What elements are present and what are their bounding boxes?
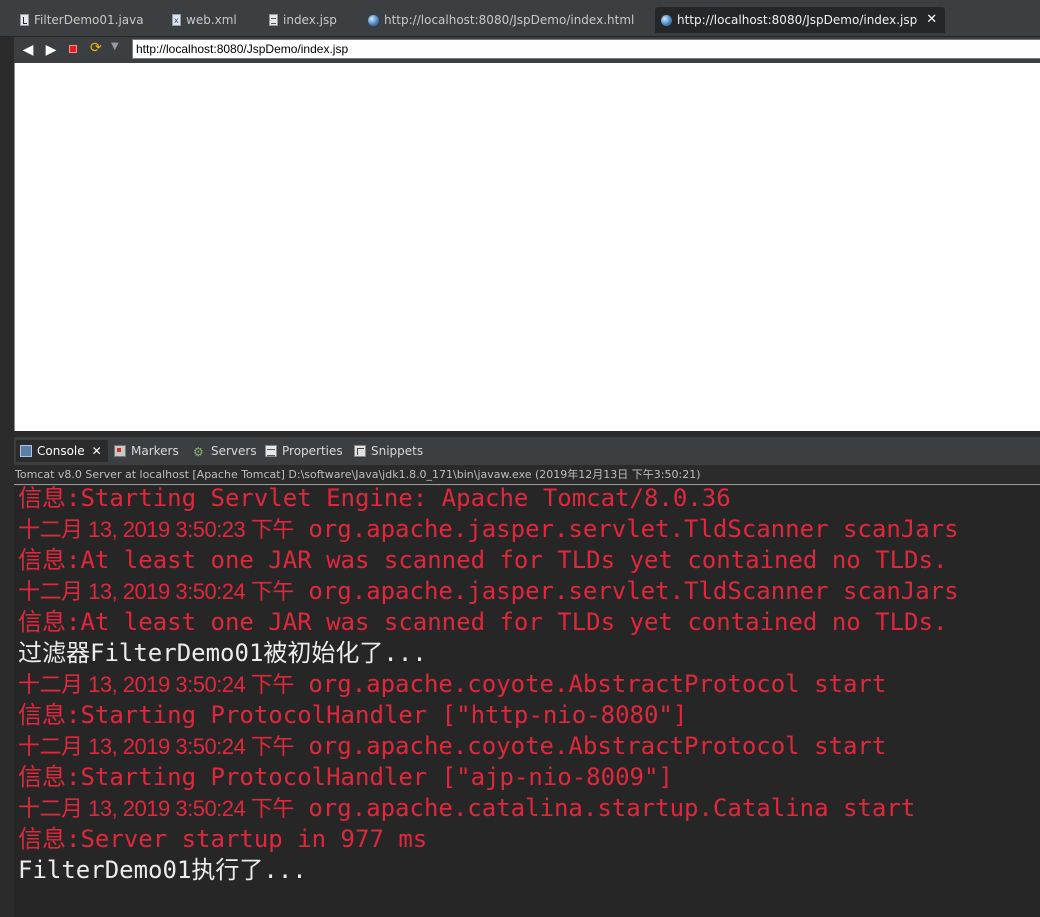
view-tab-label: Servers bbox=[211, 444, 257, 458]
log-level: 信息: bbox=[18, 825, 81, 853]
tab-filterdemo01-java[interactable]: FilterDemo01.java bbox=[20, 9, 144, 31]
log-level: 信息: bbox=[18, 486, 81, 512]
console-line: 十二月 13, 2019 3:50:24 下午 org.apache.catal… bbox=[18, 793, 915, 824]
tab-snippets[interactable]: Snippets bbox=[354, 440, 423, 462]
tab-index-html-browser[interactable]: http://localhost:8080/JspDemo/index.html bbox=[368, 9, 634, 31]
log-message: org.apache.jasper.servlet.TldScanner sca… bbox=[308, 515, 959, 543]
log-message: Starting ProtocolHandler ["http-nio-8080… bbox=[80, 701, 688, 729]
log-timestamp: 十二月 13, 2019 3:50:24 下午 bbox=[18, 734, 294, 759]
view-tab-label: Console bbox=[37, 444, 85, 458]
console-line: FilterDemo01执行了... bbox=[18, 855, 307, 886]
log-message: Starting ProtocolHandler ["ajp-nio-8009"… bbox=[80, 763, 673, 791]
console-line: 信息:At least one JAR was scanned for TLDs… bbox=[18, 607, 947, 638]
console-line: 过滤器FilterDemo01被初始化了... bbox=[18, 638, 427, 669]
log-message: At least one JAR was scanned for TLDs ye… bbox=[80, 608, 948, 636]
tab-label: FilterDemo01.java bbox=[34, 13, 144, 27]
log-timestamp: 十二月 13, 2019 3:50:24 下午 bbox=[18, 579, 294, 604]
tab-properties[interactable]: Properties bbox=[265, 440, 343, 462]
tab-console[interactable]: Console ✕ bbox=[16, 440, 108, 462]
log-timestamp: 十二月 13, 2019 3:50:23 下午 bbox=[18, 517, 294, 542]
refresh-icon[interactable]: ⟳ bbox=[90, 40, 102, 56]
snippets-icon bbox=[354, 445, 366, 457]
log-message: org.apache.coyote.AbstractProtocol start bbox=[308, 670, 887, 698]
console-icon bbox=[20, 445, 32, 457]
console-process-label: Tomcat v8.0 Server at localhost [Apache … bbox=[14, 465, 1040, 485]
log-message: Starting Servlet Engine: Apache Tomcat/8… bbox=[80, 486, 731, 512]
forward-arrow-icon[interactable]: ▶ bbox=[42, 41, 60, 59]
log-message: org.apache.coyote.AbstractProtocol start bbox=[308, 732, 887, 760]
globe-icon bbox=[661, 14, 672, 26]
url-input[interactable]: http://localhost:8080/JspDemo/index.jsp bbox=[132, 39, 1040, 59]
console-line: 十二月 13, 2019 3:50:24 下午 org.apache.jaspe… bbox=[18, 576, 959, 607]
console-line: 十二月 13, 2019 3:50:24 下午 org.apache.coyot… bbox=[18, 731, 886, 762]
view-tab-bar: Console ✕ Markers Servers Properties Sni… bbox=[14, 437, 1040, 465]
tab-index-jsp-browser[interactable]: http://localhost:8080/JspDemo/index.jsp … bbox=[655, 7, 946, 33]
log-message: org.apache.catalina.startup.Catalina sta… bbox=[308, 794, 916, 822]
globe-icon bbox=[368, 14, 379, 26]
log-level: 信息: bbox=[18, 701, 81, 729]
tab-label: http://localhost:8080/JspDemo/index.jsp bbox=[677, 13, 918, 27]
log-level: 信息: bbox=[18, 546, 81, 574]
browser-toolbar: ◀ ▶ ⟳ ▼ http://localhost:8080/JspDemo/in… bbox=[14, 37, 1040, 63]
console-line: 信息:At least one JAR was scanned for TLDs… bbox=[18, 545, 947, 576]
log-message: Server startup in 977 ms bbox=[80, 825, 428, 853]
log-timestamp: 十二月 13, 2019 3:50:24 下午 bbox=[18, 796, 294, 821]
xml-file-icon bbox=[172, 10, 181, 32]
console-output[interactable]: 信息:Starting Servlet Engine: Apache Tomca… bbox=[14, 486, 1040, 917]
log-level: 信息: bbox=[18, 763, 81, 791]
properties-icon bbox=[265, 445, 277, 457]
view-tab-label: Snippets bbox=[371, 444, 424, 458]
log-level: 信息: bbox=[18, 608, 81, 636]
console-line: 信息:Server startup in 977 ms bbox=[18, 824, 427, 855]
console-line: 十二月 13, 2019 3:50:23 下午 org.apache.jaspe… bbox=[18, 514, 959, 545]
console-line: 信息:Starting Servlet Engine: Apache Tomca… bbox=[18, 486, 731, 514]
console-line: 信息:Starting ProtocolHandler ["http-nio-8… bbox=[18, 700, 687, 731]
log-message: FilterDemo01执行了... bbox=[18, 856, 307, 884]
close-icon[interactable]: ✕ bbox=[926, 7, 937, 33]
tab-web-xml[interactable]: web.xml bbox=[172, 9, 237, 32]
console-line: 十二月 13, 2019 3:50:24 下午 org.apache.coyot… bbox=[18, 669, 886, 700]
log-message: org.apache.jasper.servlet.TldScanner sca… bbox=[308, 577, 959, 605]
java-file-icon bbox=[20, 14, 29, 26]
tab-servers[interactable]: Servers bbox=[193, 440, 257, 463]
log-timestamp: 十二月 13, 2019 3:50:24 下午 bbox=[18, 672, 294, 697]
close-icon[interactable]: ✕ bbox=[92, 440, 102, 462]
chevron-down-icon[interactable]: ▼ bbox=[111, 41, 119, 52]
tab-label: http://localhost:8080/JspDemo/index.html bbox=[384, 13, 635, 27]
view-tab-label: Markers bbox=[131, 444, 179, 458]
editor-tab-bar: FilterDemo01.java web.xml index.jsp http… bbox=[0, 0, 1040, 37]
stop-icon[interactable] bbox=[69, 45, 77, 53]
back-arrow-icon[interactable]: ◀ bbox=[19, 41, 37, 59]
tab-label: index.jsp bbox=[283, 13, 337, 27]
tab-index-jsp[interactable]: index.jsp bbox=[269, 9, 337, 31]
tab-label: web.xml bbox=[186, 13, 237, 27]
log-message: At least one JAR was scanned for TLDs ye… bbox=[80, 546, 948, 574]
view-tab-label: Properties bbox=[282, 444, 343, 458]
jsp-file-icon bbox=[269, 14, 278, 26]
markers-icon bbox=[114, 445, 126, 457]
servers-icon bbox=[193, 441, 206, 463]
tab-markers[interactable]: Markers bbox=[114, 440, 179, 462]
browser-viewport[interactable] bbox=[14, 63, 1040, 431]
log-message: 过滤器FilterDemo01被初始化了... bbox=[18, 639, 427, 667]
console-line: 信息:Starting ProtocolHandler ["ajp-nio-80… bbox=[18, 762, 673, 793]
